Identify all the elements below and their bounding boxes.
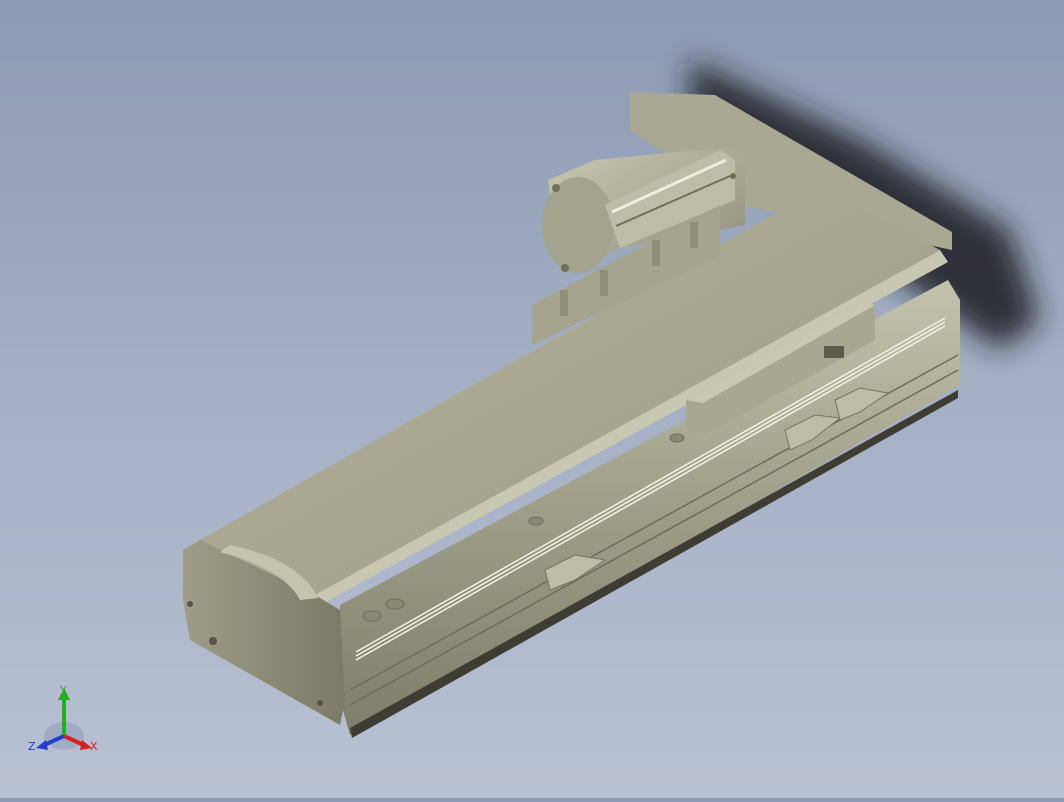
cad-viewport[interactable]: Y X Z (0, 0, 1064, 798)
orientation-triad[interactable]: Y X Z (24, 680, 110, 766)
carriage-label (824, 346, 844, 358)
end-cap-hole (209, 637, 217, 645)
x-axis-label: X (90, 740, 98, 753)
z-axis-arrow-icon (36, 740, 48, 750)
motor-end-cap (542, 177, 614, 273)
model-canvas[interactable] (0, 0, 1064, 798)
z-axis-label: Z (28, 740, 36, 753)
y-axis-label: Y (59, 684, 67, 697)
